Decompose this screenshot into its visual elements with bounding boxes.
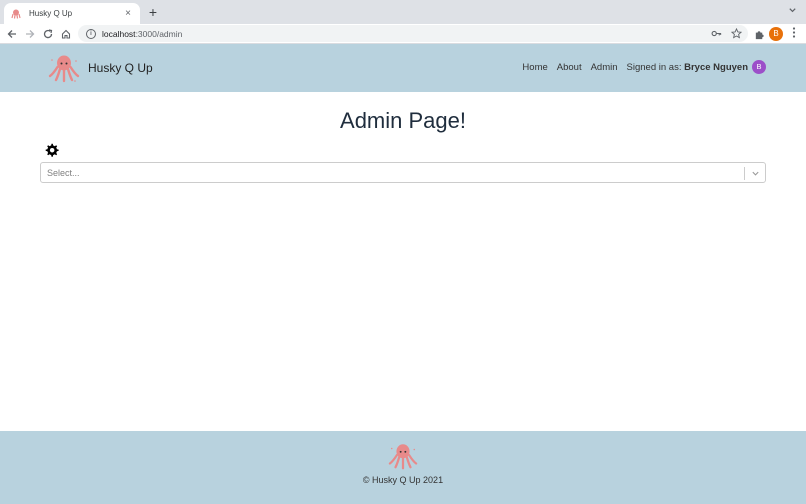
octopus-footer-logo-icon [388, 441, 418, 471]
brand-name: Husky Q Up [88, 61, 153, 75]
nav-admin-link[interactable]: Admin [591, 62, 618, 73]
extensions-puzzle-icon[interactable] [752, 27, 766, 41]
chevron-down-icon[interactable] [750, 168, 760, 178]
tab-title: Husky Q Up [29, 9, 73, 18]
user-avatar[interactable]: B [752, 60, 766, 74]
gear-icon[interactable] [44, 143, 59, 158]
key-icon[interactable] [710, 27, 722, 39]
signed-in-text: Signed in as: Bryce Nguyen [627, 62, 748, 73]
forward-arrow-icon[interactable] [22, 26, 38, 42]
address-bar[interactable]: i localhost :3000/admin [78, 25, 748, 42]
page-title: Admin Page! [340, 108, 466, 133]
nav-home-link[interactable]: Home [522, 62, 547, 73]
select-placeholder: Select... [47, 168, 80, 178]
reload-icon[interactable] [40, 26, 56, 42]
url-host: localhost [102, 28, 136, 39]
new-tab-button[interactable]: + [146, 5, 160, 19]
bookmark-star-icon[interactable] [730, 27, 742, 39]
octopus-logo-icon [48, 52, 80, 84]
profile-avatar[interactable]: B [769, 27, 783, 41]
back-arrow-icon[interactable] [4, 26, 20, 42]
signed-in-user-name: Bryce Nguyen [684, 61, 748, 73]
browser-menu-icon[interactable] [788, 27, 800, 41]
site-footer: © Husky Q Up 2021 [0, 431, 806, 504]
browser-tab[interactable]: Husky Q Up × [4, 3, 140, 24]
url-path: :3000/admin [135, 28, 183, 39]
octopus-favicon-icon [10, 8, 22, 20]
brand-link[interactable]: Husky Q Up [48, 52, 153, 84]
footer-copyright: © Husky Q Up 2021 [362, 475, 444, 485]
browser-toolbar: i localhost :3000/admin B [0, 24, 806, 44]
tab-close-icon[interactable]: × [122, 8, 134, 19]
site-info-icon[interactable]: i [86, 28, 96, 39]
home-icon[interactable] [58, 26, 74, 42]
main-nav: Home About Admin Signed in as: Bryce Ngu… [522, 60, 766, 74]
browser-tabstrip: Husky Q Up × + [0, 0, 806, 24]
tab-search-icon[interactable] [786, 6, 798, 18]
site-header: Husky Q Up Home About Admin Signed in as… [0, 44, 806, 92]
nav-about-link[interactable]: About [557, 62, 582, 73]
select-separator [744, 167, 745, 180]
admin-select-dropdown[interactable]: Select... [40, 162, 766, 183]
signed-in-prefix: Signed in as: [626, 61, 685, 73]
